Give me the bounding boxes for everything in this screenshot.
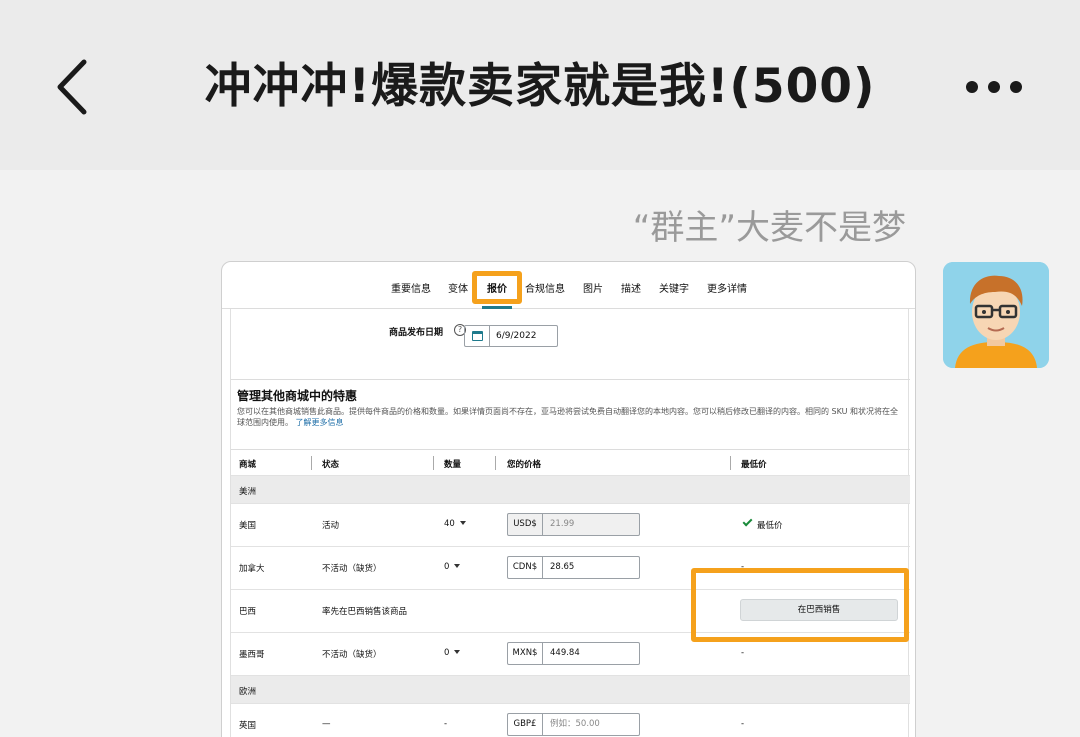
shared-screenshot[interactable]: 重要信息 变体 报价 合规信息 图片 描述 关键字 更多详情 商品发布日期 ? … bbox=[221, 261, 916, 737]
marketplace-name: 加拿大 bbox=[239, 564, 265, 574]
lowest-price-value: - bbox=[741, 648, 745, 658]
col-header-your-price: 您的价格 bbox=[507, 460, 542, 470]
tab-compliance[interactable]: 合规信息 bbox=[525, 280, 565, 295]
more-dots-icon[interactable] bbox=[962, 72, 1026, 102]
table-row: 美国 活动 40 USD$ 21.99 最低价 bbox=[231, 503, 910, 546]
currency-label: GBP£ bbox=[508, 714, 543, 735]
listing-status: 活动 bbox=[322, 521, 340, 531]
listing-status: 率先在巴西销售该商品 bbox=[322, 607, 408, 617]
listing-status: 不活动（缺货） bbox=[322, 564, 382, 574]
chat-title: 冲冲冲!爆款卖家就是我!(500) bbox=[204, 59, 876, 114]
section-divider bbox=[231, 379, 910, 380]
release-date-input[interactable]: 6/9/2022 bbox=[464, 325, 558, 347]
price-value: 28.65 bbox=[550, 562, 575, 572]
section-description: 您可以在其他商城销售此商品。提供每件商品的价格和数量。如果详情页面尚不存在，亚马… bbox=[237, 406, 899, 428]
avatar[interactable] bbox=[943, 262, 1049, 368]
col-header-marketplace: 商城 bbox=[239, 460, 257, 470]
caret-down-icon bbox=[459, 521, 466, 525]
caret-down-icon bbox=[454, 564, 461, 568]
quantity-value: 0 bbox=[444, 562, 450, 572]
marketplace-name: 英国 bbox=[239, 721, 257, 731]
check-icon bbox=[742, 516, 753, 527]
tab-variations[interactable]: 变体 bbox=[448, 280, 468, 295]
price-input[interactable]: USD$ 21.99 bbox=[507, 513, 640, 536]
release-date-label: 商品发布日期 bbox=[389, 328, 444, 338]
price-placeholder: 例如：50.00 bbox=[550, 719, 600, 729]
quantity-dropdown[interactable]: 0 bbox=[444, 562, 461, 572]
region-name: 欧洲 bbox=[239, 687, 257, 697]
quantity-dropdown[interactable]: 40 bbox=[444, 519, 466, 529]
currency-label: CDN$ bbox=[508, 557, 543, 578]
currency-label: USD$ bbox=[508, 514, 543, 535]
quantity-value: 0 bbox=[444, 648, 450, 658]
col-header-lowest-price: 最低价 bbox=[741, 460, 767, 470]
price-input[interactable]: CDN$ 28.65 bbox=[507, 556, 640, 579]
table-header: 商城 状态 数量 您的价格 最低价 bbox=[231, 449, 910, 475]
listing-status: — bbox=[322, 719, 331, 729]
chat-header: 冲冲冲!爆款卖家就是我!(500) bbox=[0, 0, 1080, 170]
quantity-dropdown[interactable]: 0 bbox=[444, 648, 461, 658]
date-input-divider bbox=[489, 326, 490, 346]
tab-more-details[interactable]: 更多详情 bbox=[707, 280, 747, 295]
release-date-value: 6/9/2022 bbox=[496, 331, 537, 341]
table-row: 英国 — - GBP£ 例如：50.00 - bbox=[231, 703, 910, 737]
caret-down-icon bbox=[454, 650, 461, 654]
price-input[interactable]: MXN$ 449.84 bbox=[507, 642, 640, 665]
col-divider bbox=[311, 456, 312, 470]
tab-key-info[interactable]: 重要信息 bbox=[391, 280, 431, 295]
listing-tabs: 重要信息 变体 报价 合规信息 图片 描述 关键字 更多详情 bbox=[222, 262, 915, 309]
tab-description[interactable]: 描述 bbox=[621, 280, 641, 295]
col-header-status: 状态 bbox=[322, 460, 340, 470]
marketplace-name: 墨西哥 bbox=[239, 650, 265, 660]
currency-label: MXN$ bbox=[508, 643, 543, 664]
section-title: 管理其他商城中的特惠 bbox=[237, 389, 358, 403]
col-divider bbox=[495, 456, 496, 470]
region-name: 美洲 bbox=[239, 487, 257, 497]
region-row-europe: 欧洲 bbox=[231, 675, 910, 703]
tab-images[interactable]: 图片 bbox=[583, 280, 603, 295]
price-input[interactable]: GBP£ 例如：50.00 bbox=[507, 713, 640, 736]
region-row-americas: 美洲 bbox=[231, 475, 910, 503]
listing-status: 不活动（缺货） bbox=[322, 650, 382, 660]
marketplace-name: 美国 bbox=[239, 521, 257, 531]
tab-keywords[interactable]: 关键字 bbox=[659, 280, 689, 295]
learn-more-link[interactable]: 了解更多信息 bbox=[296, 418, 344, 427]
price-value: 449.84 bbox=[550, 648, 580, 658]
col-header-quantity: 数量 bbox=[444, 460, 462, 470]
offer-panel: 商品发布日期 ? 6/9/2022 管理其他商城中的特惠 您可以在其他商城销售此… bbox=[230, 309, 910, 737]
offer-tab-highlight bbox=[472, 271, 522, 304]
col-divider bbox=[433, 456, 434, 470]
price-value: 21.99 bbox=[550, 519, 575, 529]
calendar-icon[interactable] bbox=[472, 331, 483, 341]
sell-in-brazil-highlight bbox=[691, 568, 909, 642]
quantity-value: - bbox=[444, 719, 448, 729]
marketplace-name: 巴西 bbox=[239, 607, 257, 617]
lowest-price-value: - bbox=[741, 719, 745, 729]
col-divider bbox=[730, 456, 731, 470]
quantity-value: 40 bbox=[444, 519, 455, 529]
lowest-price-status: 最低价 bbox=[757, 521, 783, 531]
sender-name: “群主”大麦不是梦 bbox=[632, 208, 906, 248]
